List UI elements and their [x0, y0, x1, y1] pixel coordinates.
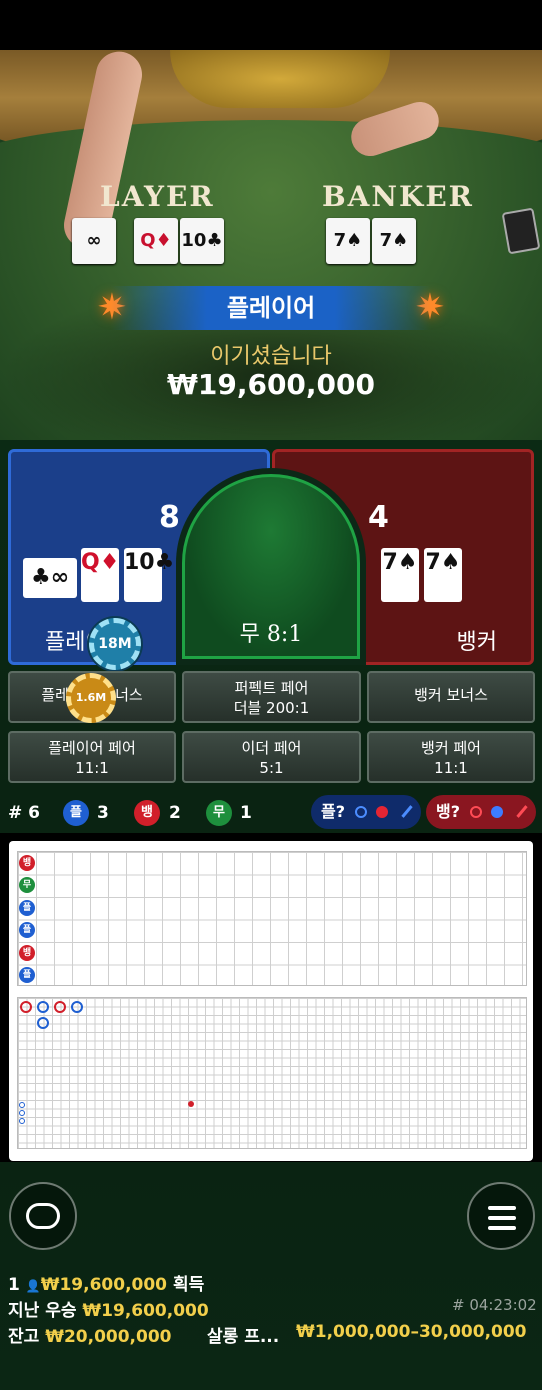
- bet-button-label: 뱅커 보너스: [414, 686, 488, 704]
- player-count: 3: [97, 803, 109, 823]
- banker-count: 2: [169, 803, 181, 823]
- small-road-mark: [19, 1110, 25, 1116]
- bead-road: 뱅 무 플 플 뱅 플: [17, 851, 527, 986]
- bead-banker: 뱅: [19, 945, 35, 961]
- balance-value: ₩20,000,000: [45, 1327, 172, 1347]
- ask-banker-label: 뱅?: [436, 802, 461, 821]
- bet-button-odds: 11:1: [434, 759, 468, 777]
- tie-count: 1: [240, 803, 252, 823]
- chat-button[interactable]: [9, 1182, 77, 1250]
- road-marker: [188, 1101, 194, 1107]
- player-card: 10♣: [124, 548, 174, 602]
- winners-suffix: 획득: [172, 1275, 205, 1295]
- bet-button-label: 플레이어 페어: [48, 739, 136, 757]
- last-winner-label: 지난 우승: [8, 1301, 77, 1321]
- balance-line: 잔고 ₩20,000,000: [8, 1322, 172, 1347]
- last-winner-amount: ₩19,600,000: [82, 1301, 209, 1321]
- big-road-banker: [20, 1001, 32, 1013]
- big-road-player: [37, 1017, 49, 1029]
- chat-icon: [26, 1203, 60, 1229]
- round-id: # 04:23:02: [452, 1296, 537, 1314]
- menu-button[interactable]: [467, 1182, 535, 1250]
- win-banner: ✷ ✷ 플레이어 이기셨습니다 ₩19,600,000: [0, 282, 542, 450]
- bead-player: 플: [19, 900, 35, 916]
- bet-button-label: 이더 페어: [241, 739, 302, 757]
- bead-player: 플: [19, 967, 35, 983]
- footer: 1 👤₩19,600,000 획득 지난 우승 ₩19,600,000 # 04…: [0, 1162, 542, 1390]
- bet-chip: 1.6M: [66, 673, 116, 723]
- tie-bet-inner: 무 8:1: [182, 474, 360, 659]
- bead-tie: 무: [19, 877, 35, 893]
- bet-area: 8 ♣∞ Q♦ 10♣ 플레이어 18M 4 7♠ 7♠ 뱅커 무 8:1 플레…: [0, 440, 542, 795]
- bet-button-label: 뱅커 페어: [421, 739, 481, 757]
- dealer: [170, 50, 390, 108]
- banker-bet-label: 뱅커: [456, 630, 497, 655]
- bead-player: 플: [19, 922, 35, 938]
- user-icon: 👤: [25, 1279, 41, 1293]
- dot-icon: [376, 806, 389, 818]
- player-pair-button[interactable]: 플레이어 페어 11:1: [8, 731, 176, 783]
- video-card: 7♠: [372, 218, 416, 264]
- big-road-player: [37, 1001, 49, 1013]
- felt-player-label: LAYER: [100, 180, 215, 213]
- big-road-banker: [54, 1001, 66, 1013]
- table-name[interactable]: 살롱 프...: [207, 1322, 279, 1347]
- ask-player-label: 플?: [321, 802, 346, 821]
- menu-icon: [488, 1206, 516, 1236]
- big-road-player: [71, 1001, 83, 1013]
- win-amount: ₩19,600,000: [166, 368, 376, 401]
- win-message: 이기셨습니다: [210, 344, 332, 369]
- tie-bet-label: 무 8:1: [239, 622, 303, 647]
- big-road: [17, 997, 527, 1149]
- bead-banker: 뱅: [19, 855, 35, 871]
- video-card: ∞: [72, 218, 116, 264]
- perfect-pair-button[interactable]: 퍼펙트 페어 더블 200:1: [182, 671, 361, 723]
- dot-icon: [491, 806, 504, 818]
- small-road-mark: [19, 1118, 25, 1124]
- player-card: ♣∞: [23, 558, 77, 598]
- banker-card: 7♠: [381, 548, 419, 602]
- banker-bonus-button[interactable]: 뱅커 보너스: [367, 671, 535, 723]
- small-road-mark: [19, 1102, 25, 1108]
- video-card: 10♣: [180, 218, 224, 264]
- last-winner-line: 지난 우승 ₩19,600,000: [8, 1296, 209, 1321]
- ring-icon: [354, 806, 367, 818]
- either-pair-button[interactable]: 이더 페어 5:1: [182, 731, 361, 783]
- bet-button-odds: 5:1: [259, 759, 284, 777]
- ask-player-button[interactable]: 플?: [311, 795, 421, 829]
- banker-pair-button[interactable]: 뱅커 페어 11:1: [367, 731, 535, 783]
- player-score: 8: [159, 500, 180, 535]
- winners-amount: ₩19,600,000: [40, 1275, 168, 1295]
- tie-count-badge: 무: [206, 800, 232, 826]
- winners-line: 1 👤₩19,600,000 획득: [8, 1270, 204, 1295]
- bet-button-odds: 11:1: [75, 759, 109, 777]
- slash-icon: [516, 805, 528, 818]
- banker-card: 7♠: [424, 548, 462, 602]
- winner-count: 1: [8, 1275, 20, 1295]
- bet-limits[interactable]: ₩1,000,000–30,000,000: [296, 1322, 527, 1342]
- banker-count-badge: 뱅: [134, 800, 160, 826]
- winner-pill: 플레이어: [111, 286, 431, 330]
- ring-icon: [469, 806, 482, 818]
- banker-score: 4: [368, 500, 389, 535]
- player-card: Q♦: [81, 548, 119, 602]
- balance-label: 잔고: [8, 1327, 40, 1347]
- bet-chip: 18M: [89, 618, 141, 670]
- bet-button-label: 퍼펙트 페어: [234, 679, 309, 697]
- felt-banker-label: BANKER: [322, 180, 474, 213]
- tie-bet-spot[interactable]: 무 8:1: [176, 468, 366, 665]
- round-count: # 6: [8, 803, 40, 823]
- roadmap-panel[interactable]: 뱅 무 플 플 뱅 플: [9, 841, 533, 1161]
- ask-banker-button[interactable]: 뱅?: [426, 795, 536, 829]
- live-video: LAYER BANKER ∞ Q♦ 10♣ 7♠ 7♠ ✷ ✷ 플레이어 이기셨…: [0, 50, 542, 450]
- video-card: 7♠: [326, 218, 370, 264]
- player-count-badge: 플: [63, 800, 89, 826]
- video-card: Q♦: [134, 218, 178, 264]
- stats-bar: # 6 플 3 뱅 2 무 1 플? 뱅?: [0, 795, 542, 833]
- bet-button-odds: 더블 200:1: [233, 699, 310, 717]
- slash-icon: [401, 805, 413, 818]
